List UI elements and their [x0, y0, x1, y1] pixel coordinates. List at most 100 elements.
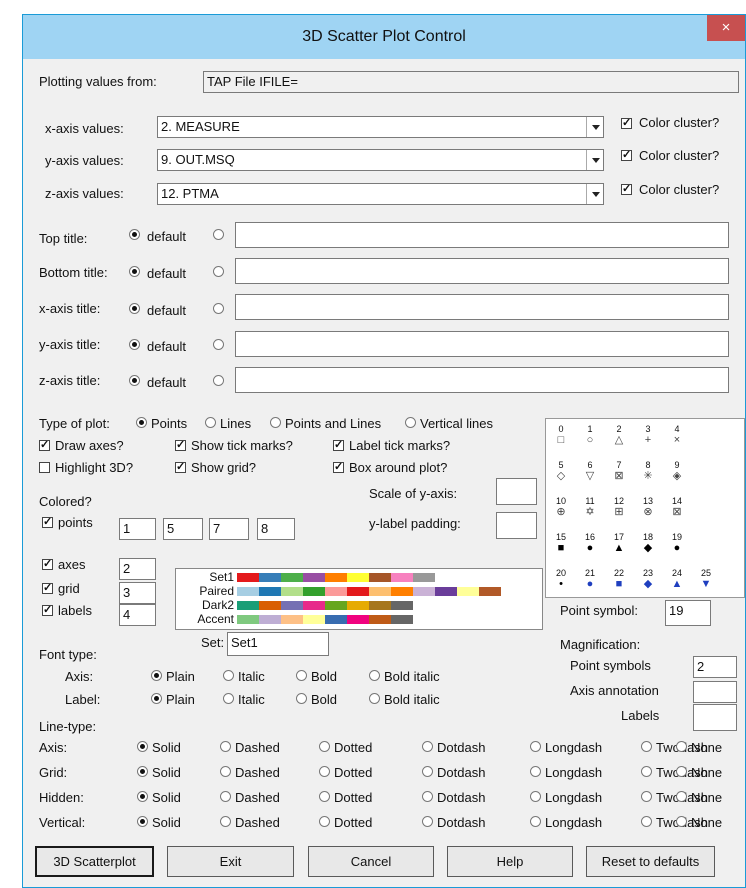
- palette-swatch[interactable]: [303, 587, 325, 596]
- line-solid-radio[interactable]: [137, 816, 148, 827]
- palette-swatch[interactable]: [237, 615, 259, 624]
- set-input[interactable]: Set1: [227, 632, 329, 656]
- line-none-radio[interactable]: [676, 741, 687, 752]
- chevron-down-icon[interactable]: [586, 184, 603, 204]
- line-solid-radio[interactable]: [137, 791, 148, 802]
- palette-swatch[interactable]: [325, 601, 347, 610]
- line-dotted-radio[interactable]: [319, 791, 330, 802]
- point-symbol-8[interactable]: 8 ✳: [637, 461, 659, 483]
- highlight-3d-checkbox[interactable]: [39, 462, 50, 473]
- line-longdash-radio[interactable]: [530, 766, 541, 777]
- line-dotdash-radio[interactable]: [422, 741, 433, 752]
- point-symbol-6[interactable]: 6 ▽: [579, 461, 601, 483]
- point-symbol-20[interactable]: 20 •: [550, 569, 572, 591]
- point-symbol-panel[interactable]: 0 □ 1 ○ 2 △ 3 +4 × 5 ◇ 6 ▽ 7 ⊠ 8 ✳ 9 ◈ 10 ⊕ 11 ✡ 12 ⊞ 13 ⊗ 14 ⊠ 15 ■ 16…: [545, 418, 745, 598]
- z-axis-select[interactable]: 12. PTMA: [157, 183, 604, 205]
- font-bold-radio[interactable]: [296, 670, 307, 681]
- line-dashed-radio[interactable]: [220, 816, 231, 827]
- x-axis-title-input[interactable]: [235, 294, 729, 320]
- palette-swatch[interactable]: [281, 587, 303, 596]
- point-symbol-7[interactable]: 7 ⊠: [608, 461, 630, 483]
- y-axis-title-custom-radio[interactable]: [213, 339, 224, 350]
- font-italic-radio[interactable]: [223, 693, 234, 704]
- chevron-down-icon[interactable]: [586, 117, 603, 137]
- palette-row-accent[interactable]: Accent: [176, 613, 544, 626]
- line-twodash-radio[interactable]: [641, 766, 652, 777]
- box-around-plot-checkbox[interactable]: ✓: [333, 462, 344, 473]
- palette-swatch[interactable]: [347, 587, 369, 596]
- chevron-down-icon[interactable]: [586, 150, 603, 170]
- bottom-title-custom-radio[interactable]: [213, 266, 224, 277]
- y-color-cluster-checkbox[interactable]: ✓: [621, 150, 632, 161]
- plot-type-vertical-radio[interactable]: [405, 417, 416, 428]
- palette-row-paired[interactable]: Paired: [176, 585, 544, 598]
- palette-swatch[interactable]: [259, 587, 281, 596]
- palette-swatch[interactable]: [457, 587, 479, 596]
- palette-row-dark2[interactable]: Dark2: [176, 599, 544, 612]
- point-symbol-5[interactable]: 5 ◇: [550, 461, 572, 483]
- ylabel-padding-input[interactable]: [496, 512, 537, 539]
- point-symbol-24[interactable]: 24 ▲: [666, 569, 688, 591]
- palette-swatch[interactable]: [325, 573, 347, 582]
- point-symbol-3[interactable]: 3 +: [637, 425, 659, 447]
- bottom-title-input[interactable]: [235, 258, 729, 284]
- point-symbol-16[interactable]: 16 ●: [579, 533, 601, 555]
- plot-type-lines-radio[interactable]: [205, 417, 216, 428]
- palette-swatch[interactable]: [391, 587, 413, 596]
- points-color-1-input[interactable]: 1: [119, 518, 156, 540]
- point-symbol-25[interactable]: 25 ▼: [695, 569, 717, 591]
- line-solid-radio[interactable]: [137, 766, 148, 777]
- point-symbol-21[interactable]: 21 ●: [579, 569, 601, 591]
- palette-swatch[interactable]: [303, 573, 325, 582]
- point-symbol-2[interactable]: 2 △: [608, 425, 630, 447]
- points-color-4-input[interactable]: 8: [257, 518, 295, 540]
- palette-swatch[interactable]: [325, 615, 347, 624]
- palette-swatch[interactable]: [391, 615, 413, 624]
- palette-swatch[interactable]: [391, 601, 413, 610]
- line-dotdash-radio[interactable]: [422, 766, 433, 777]
- label-tick-marks-checkbox[interactable]: ✓: [333, 440, 344, 451]
- line-longdash-radio[interactable]: [530, 791, 541, 802]
- close-button[interactable]: ×: [707, 15, 745, 41]
- labels-mag-input[interactable]: [693, 704, 737, 731]
- point-symbol-11[interactable]: 11 ✡: [579, 497, 601, 519]
- axes-colored-checkbox[interactable]: ✓: [42, 559, 53, 570]
- x-color-cluster-checkbox[interactable]: ✓: [621, 118, 632, 129]
- palette-row-set1[interactable]: Set1: [176, 571, 544, 584]
- point-symbol-22[interactable]: 22 ■: [608, 569, 630, 591]
- palette-swatch[interactable]: [303, 615, 325, 624]
- z-axis-title-default-radio[interactable]: [129, 375, 140, 386]
- palette-swatch[interactable]: [281, 601, 303, 610]
- labels-color-input[interactable]: 4: [119, 604, 156, 626]
- line-dotted-radio[interactable]: [319, 816, 330, 827]
- palette-swatch[interactable]: [391, 573, 413, 582]
- font-italic-radio[interactable]: [223, 670, 234, 681]
- z-axis-title-input[interactable]: [235, 367, 729, 393]
- palette-swatch[interactable]: [281, 615, 303, 624]
- point-symbol-4[interactable]: 4 ×: [666, 425, 688, 447]
- scale-y-input[interactable]: [496, 478, 537, 505]
- line-dashed-radio[interactable]: [220, 741, 231, 752]
- line-solid-radio[interactable]: [137, 741, 148, 752]
- grid-colored-checkbox[interactable]: ✓: [42, 583, 53, 594]
- point-symbol-19[interactable]: 19 ●: [666, 533, 688, 555]
- point-symbol-15[interactable]: 15 ■: [550, 533, 572, 555]
- line-dotdash-radio[interactable]: [422, 791, 433, 802]
- palette-swatch[interactable]: [369, 573, 391, 582]
- point-symbols-mag-input[interactable]: 2: [693, 656, 737, 678]
- x-axis-title-custom-radio[interactable]: [213, 303, 224, 314]
- points-color-3-input[interactable]: 7: [209, 518, 249, 540]
- point-symbol-13[interactable]: 13 ⊗: [637, 497, 659, 519]
- line-longdash-radio[interactable]: [530, 741, 541, 752]
- point-symbol-14[interactable]: 14 ⊠: [666, 497, 688, 519]
- points-colored-checkbox[interactable]: ✓: [42, 517, 53, 528]
- line-dotdash-radio[interactable]: [422, 816, 433, 827]
- points-color-2-input[interactable]: 5: [163, 518, 203, 540]
- x-axis-select[interactable]: 2. MEASURE: [157, 116, 604, 138]
- palette-swatch[interactable]: [369, 615, 391, 624]
- palette-swatch[interactable]: [259, 601, 281, 610]
- point-symbol-17[interactable]: 17 ▲: [608, 533, 630, 555]
- palette-swatch[interactable]: [369, 601, 391, 610]
- palette-swatch[interactable]: [347, 573, 369, 582]
- palette-swatch[interactable]: [479, 587, 501, 596]
